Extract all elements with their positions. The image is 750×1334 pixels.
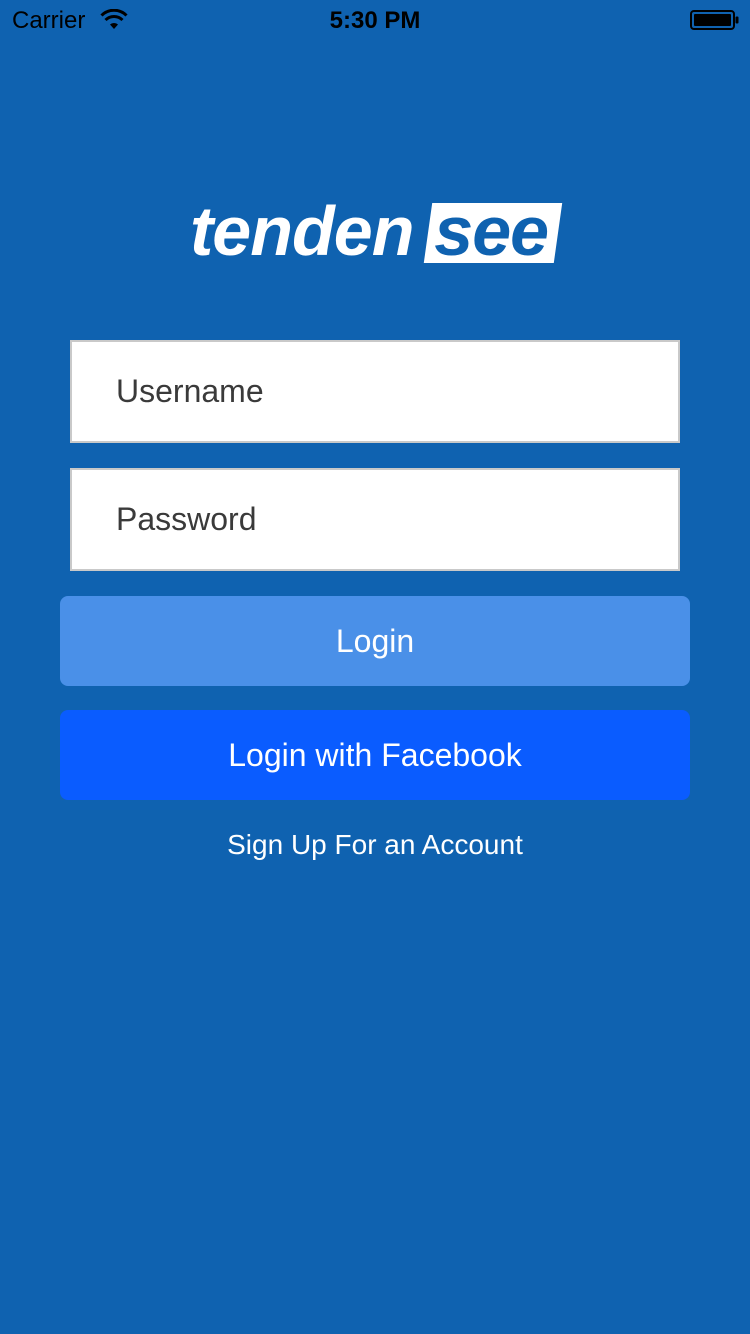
password-input[interactable] xyxy=(72,470,678,569)
username-field[interactable] xyxy=(70,340,680,443)
facebook-login-button[interactable]: Login with Facebook xyxy=(60,710,690,800)
signup-link[interactable]: Sign Up For an Account xyxy=(0,828,750,862)
logo-text-primary: tenden xyxy=(190,192,414,270)
battery-icon xyxy=(690,10,739,30)
status-bar: Carrier 5:30 PM xyxy=(0,0,750,40)
app-logo: tenden see xyxy=(190,192,563,270)
logo-text-highlight: see xyxy=(434,192,549,270)
status-time: 5:30 PM xyxy=(329,7,421,34)
logo-highlight-box: see xyxy=(423,192,563,270)
login-button[interactable]: Login xyxy=(60,596,690,686)
username-input[interactable] xyxy=(72,342,678,441)
password-field[interactable] xyxy=(70,468,680,571)
